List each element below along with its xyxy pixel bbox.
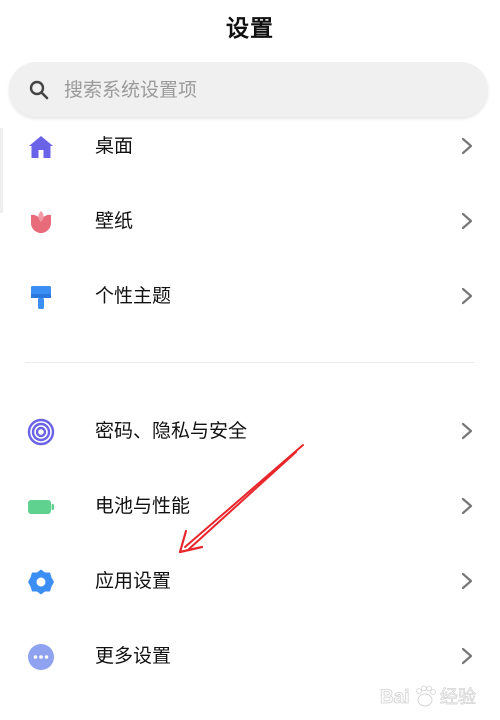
search-input[interactable] — [64, 62, 464, 117]
settings-item-label: 密码、隐私与安全 — [95, 420, 248, 442]
settings-item-label: 壁纸 — [95, 210, 134, 232]
search-icon — [29, 80, 49, 100]
settings-item-battery-performance[interactable]: 电池与性能 — [0, 471, 500, 541]
settings-item-more-settings[interactable]: 更多设置 — [0, 621, 500, 691]
settings-item-app-settings[interactable]: 应用设置 — [0, 546, 500, 616]
chevron-right-icon — [461, 137, 473, 155]
settings-item-desktop[interactable]: 桌面 — [0, 111, 500, 181]
chevron-right-icon — [461, 647, 473, 665]
page-title: 设置 — [226, 16, 274, 42]
settings-item-privacy-security[interactable]: 密码、隐私与安全 — [0, 396, 500, 466]
chevron-right-icon — [461, 287, 473, 305]
gear-icon — [28, 569, 54, 595]
settings-item-wallpaper[interactable]: 壁纸 — [0, 186, 500, 256]
chevron-right-icon — [461, 572, 473, 590]
paint-brush-icon — [31, 286, 51, 309]
home-icon — [29, 136, 53, 158]
settings-item-label: 电池与性能 — [95, 495, 191, 517]
settings-item-theme[interactable]: 个性主题 — [0, 261, 500, 331]
chevron-right-icon — [461, 497, 473, 515]
battery-icon — [28, 500, 54, 514]
settings-item-label: 应用设置 — [95, 570, 172, 592]
settings-item-label: 桌面 — [95, 135, 134, 157]
more-dots-icon — [28, 644, 54, 670]
chevron-right-icon — [461, 422, 473, 440]
chevron-right-icon — [461, 212, 473, 230]
search-bar[interactable] — [9, 62, 488, 117]
fingerprint-icon — [27, 418, 55, 446]
section-divider — [25, 362, 475, 363]
tulip-icon — [31, 211, 51, 233]
settings-item-label: 更多设置 — [95, 645, 172, 667]
settings-item-label: 个性主题 — [95, 285, 172, 307]
